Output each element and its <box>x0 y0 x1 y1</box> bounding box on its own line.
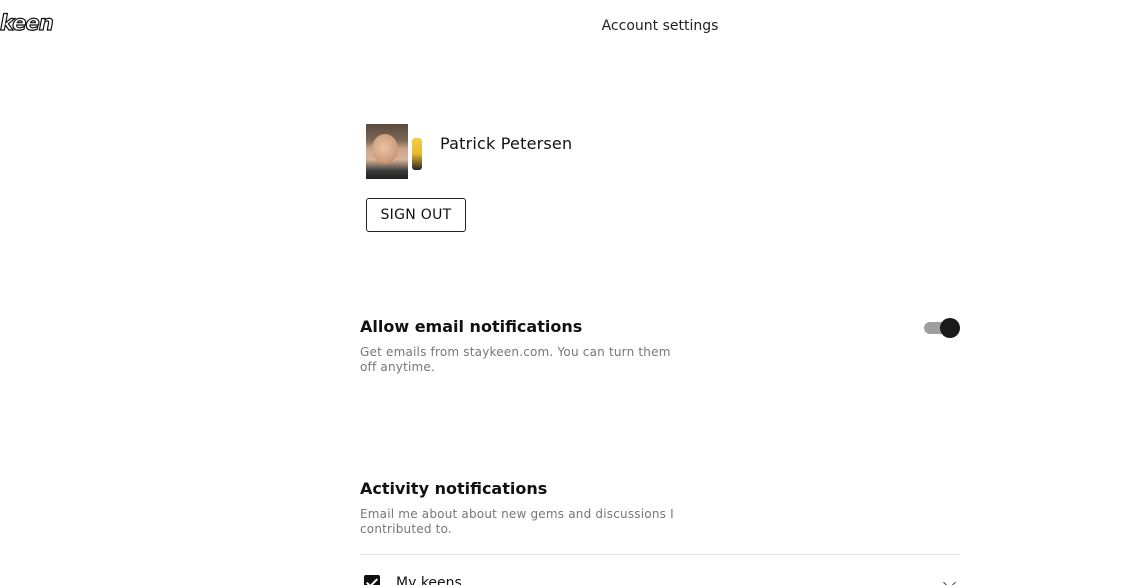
my-keens-label: My keens <box>396 575 462 585</box>
email-notifications-title: Allow email notifications <box>360 317 583 336</box>
toggle-knob <box>940 318 960 338</box>
section-divider <box>360 554 960 555</box>
chevron-down-icon[interactable] <box>943 576 956 585</box>
activity-notifications-title: Activity notifications <box>360 479 548 498</box>
avatar <box>366 124 422 180</box>
profile-header: Patrick Petersen <box>366 124 572 180</box>
sign-out-button[interactable]: SIGN OUT <box>366 198 466 232</box>
email-notifications-toggle[interactable] <box>924 318 962 338</box>
account-settings-page: keen Account settings Patrick Petersen S… <box>0 0 1123 585</box>
avatar-face <box>372 134 398 164</box>
activity-notifications-description: Email me about about new gems and discus… <box>360 507 674 536</box>
page-title: Account settings <box>601 18 719 34</box>
avatar-sticker <box>412 138 422 170</box>
email-notifications-description: Get emails from staykeen.com. You can tu… <box>360 345 671 374</box>
notification-item-my-keens[interactable]: My keens <box>360 568 960 585</box>
profile-name: Patrick Petersen <box>440 134 573 153</box>
my-keens-checkbox[interactable] <box>364 575 380 585</box>
